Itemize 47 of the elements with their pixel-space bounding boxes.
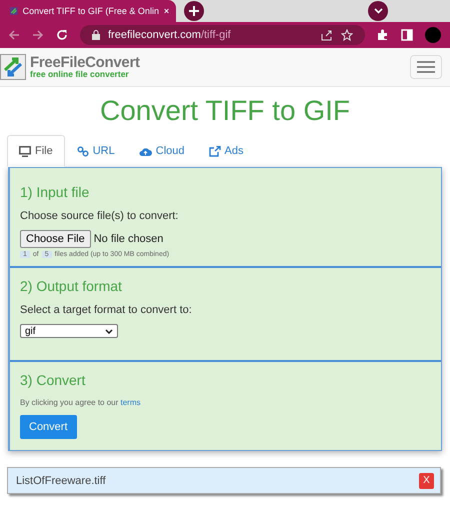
remove-button[interactable]: X bbox=[419, 472, 434, 488]
terms-link[interactable]: terms bbox=[120, 398, 140, 407]
star-icon[interactable] bbox=[341, 29, 353, 41]
favicon-icon bbox=[10, 5, 18, 17]
link-icon bbox=[76, 146, 89, 156]
source-tab[interactable]: URL bbox=[64, 135, 127, 167]
forward-icon[interactable] bbox=[32, 29, 44, 41]
section-title: 1) Input file bbox=[20, 184, 90, 200]
plus-icon bbox=[189, 6, 199, 16]
source-tab[interactable]: Cloud bbox=[126, 135, 196, 167]
share-icon[interactable] bbox=[321, 29, 333, 41]
source-tab[interactable]: Ads bbox=[196, 135, 256, 167]
close-icon[interactable] bbox=[164, 7, 169, 15]
terms-text: By clicking you agree to our terms bbox=[20, 398, 142, 407]
page-heading: Convert TIFF to GIF bbox=[99, 95, 351, 127]
logo-name[interactable]: FreeFileConvert bbox=[30, 55, 140, 70]
new-tab-button[interactable] bbox=[184, 1, 204, 21]
section-title: 3) Convert bbox=[20, 372, 86, 388]
browser-tab[interactable]: Convert TIFF to GIF (Free & Onlin bbox=[0, 0, 176, 22]
profile-avatar[interactable] bbox=[425, 27, 441, 43]
reload-icon[interactable] bbox=[56, 29, 68, 41]
format-select[interactable]: gif bbox=[20, 324, 118, 338]
chevron-down-icon bbox=[105, 328, 113, 334]
menu-icon bbox=[417, 61, 435, 73]
convert-button[interactable]: Convert bbox=[20, 415, 77, 439]
logo-icon[interactable] bbox=[0, 54, 26, 80]
prompt-text: Choose source file(s) to convert: bbox=[20, 210, 180, 222]
tab-search-button[interactable] bbox=[368, 1, 388, 21]
monitor-icon bbox=[19, 146, 31, 156]
file-status: No file chosen bbox=[94, 233, 164, 245]
puzzle-icon[interactable] bbox=[377, 29, 389, 41]
back-icon[interactable] bbox=[8, 29, 20, 41]
menu-button[interactable] bbox=[410, 55, 442, 79]
sidebar-icon[interactable] bbox=[401, 29, 413, 41]
external-link-icon bbox=[208, 146, 220, 156]
prompt-text: Select a target format to convert to: bbox=[20, 304, 193, 316]
file-name: ListOfFreeware.tiff bbox=[16, 474, 106, 486]
logo-tagline: free online file converter bbox=[30, 70, 130, 79]
choose-file-button[interactable]: Choose File bbox=[20, 230, 91, 248]
url-text: freefileconvert.com/tiff-gif bbox=[108, 29, 231, 41]
section-title: 2) Output format bbox=[20, 278, 123, 294]
lock-icon bbox=[92, 30, 100, 40]
source-tab[interactable]: File bbox=[7, 135, 65, 167]
address-bar[interactable]: freefileconvert.com/tiff-gif bbox=[80, 25, 365, 45]
chevron-down-icon bbox=[374, 8, 382, 14]
tab-title: Convert TIFF to GIF (Free & Onlin bbox=[22, 6, 159, 16]
cloud-upload-icon bbox=[138, 146, 152, 156]
